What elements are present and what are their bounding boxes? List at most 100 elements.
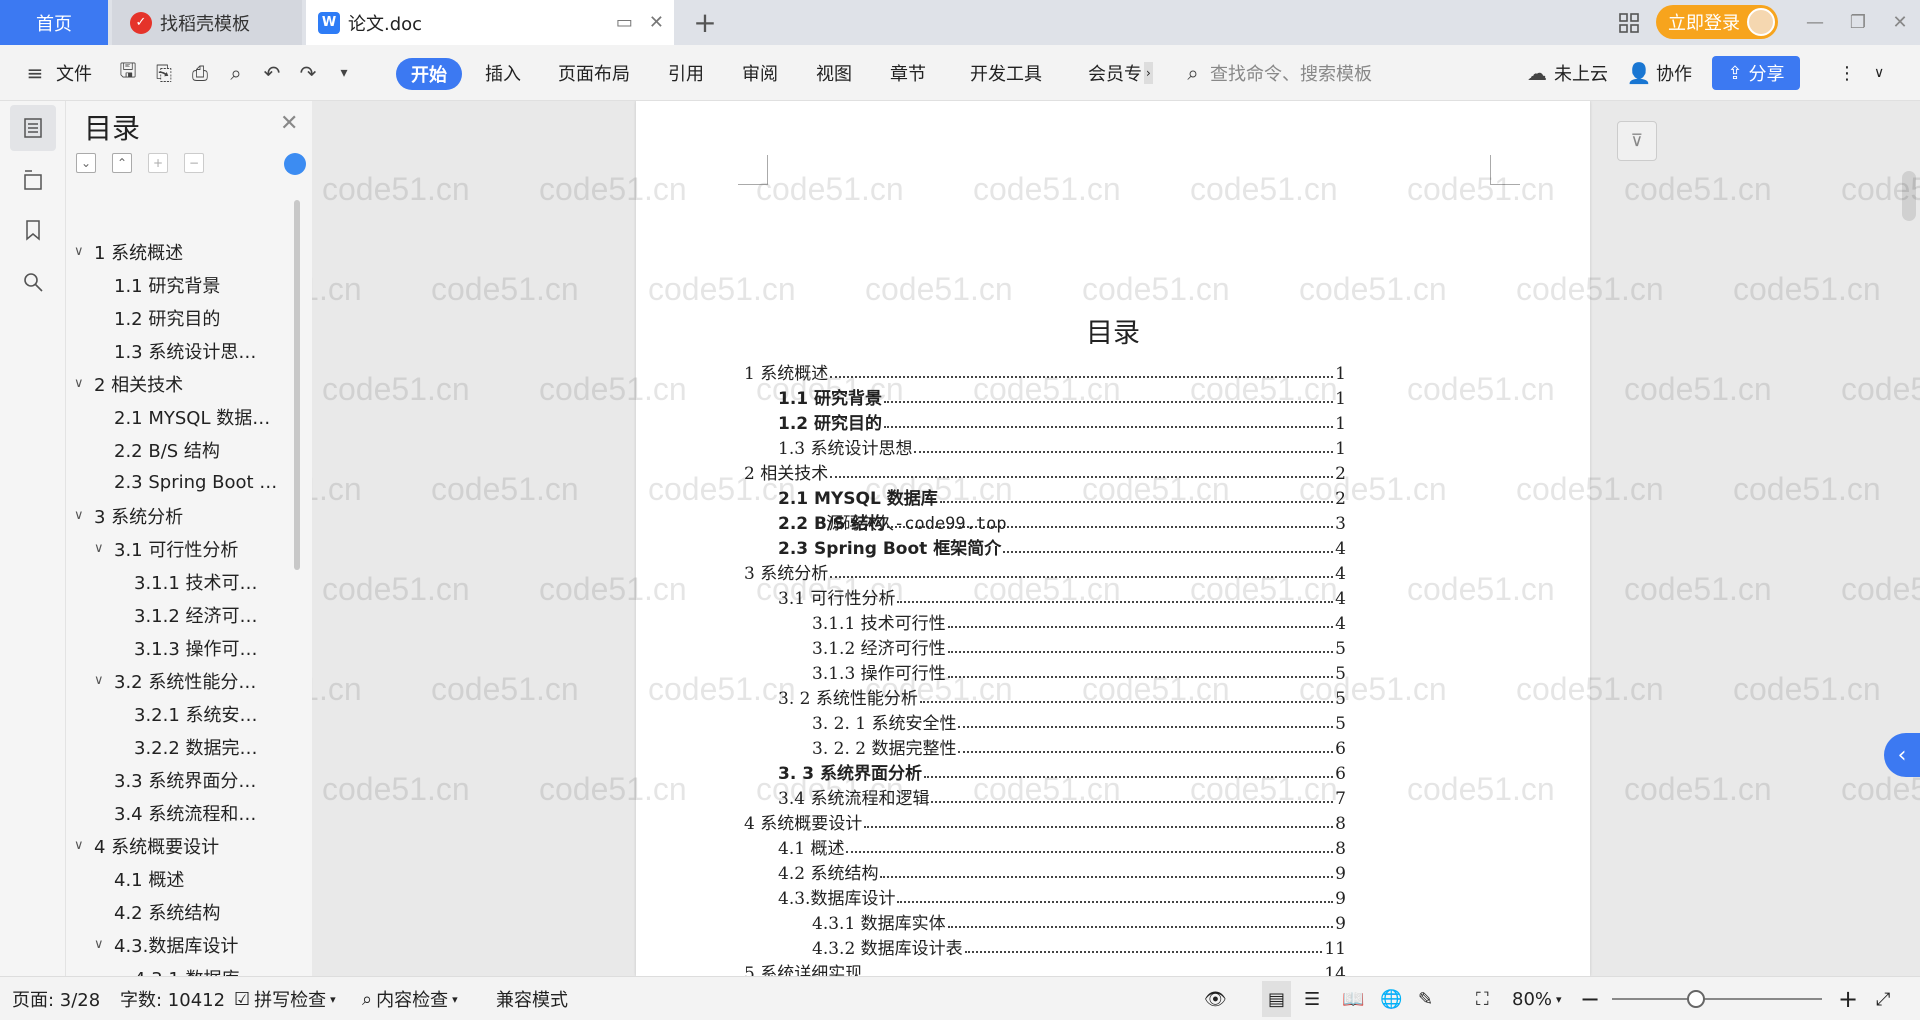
tab-insert[interactable]: 插入 xyxy=(485,45,521,101)
toc-item[interactable]: 1.1 研究背景 xyxy=(114,268,220,301)
tab-references[interactable]: 引用 xyxy=(668,45,704,101)
chevron-down-icon[interactable]: ∨ xyxy=(74,244,90,259)
collapse-panel-icon[interactable]: ⊽ xyxy=(1617,121,1657,161)
reading-view-icon[interactable]: 📖 xyxy=(1342,977,1364,1020)
toc-item[interactable]: ∨ 4 系统概要设计 xyxy=(74,829,219,862)
document-toc-entry[interactable]: 5 系统详细实现 14 xyxy=(744,959,1346,976)
toc-item[interactable]: ∨ 2 相关技术 xyxy=(74,367,183,400)
close-window-icon[interactable]: ✕ xyxy=(1880,0,1920,45)
chevron-down-icon[interactable]: ∨ xyxy=(74,376,90,391)
toc-item[interactable]: 1.2 研究目的 xyxy=(114,301,220,334)
document-page[interactable]: 目录 1 系统概述 1 1.1 研究背景 1 1.2 研究目的 1 1.3 系统设计思想 1 2… xyxy=(636,101,1590,976)
tab-view[interactable]: 视图 xyxy=(816,45,852,101)
document-toc-entry[interactable]: 1.2 研究目的 1 xyxy=(778,409,1346,434)
chevron-down-icon[interactable]: ∨ xyxy=(94,541,110,556)
toc-item[interactable]: 4.3.1 数据库… xyxy=(134,961,258,977)
toc-item[interactable]: ∨ 1 系统概述 xyxy=(74,235,183,268)
outline-view-icon[interactable]: ☰ xyxy=(1304,977,1320,1020)
toc-item[interactable]: 3.3 系统界面分… xyxy=(114,763,256,796)
document-toc-entry[interactable]: 4 系统概要设计 8 xyxy=(744,809,1346,834)
document-toc-entry[interactable]: 3.1.3 操作可行性 5 xyxy=(812,659,1346,684)
undo-icon[interactable]: ↶ xyxy=(259,60,285,86)
save-icon[interactable]: 🖫 xyxy=(115,58,141,86)
tab-member[interactable]: 会员专 › xyxy=(1088,45,1153,101)
chevron-down-icon[interactable]: ∨ xyxy=(74,508,90,523)
document-toc-entry[interactable]: 3. 3 系统界面分析 6 xyxy=(778,759,1346,784)
document-toc-entry[interactable]: 4.2 系统结构 9 xyxy=(778,859,1346,884)
tab-daoke-templates[interactable]: ✓ 找稻壳模板 xyxy=(112,0,302,45)
write-mode-icon[interactable]: ✎ xyxy=(1418,977,1433,1020)
fullscreen-icon[interactable]: ⤢ xyxy=(1876,977,1890,1020)
toc-item[interactable]: ∨ 4.3.数据库设计 xyxy=(94,928,238,961)
find-icon[interactable] xyxy=(10,259,56,305)
toc-item[interactable]: 1.3 系统设计思… xyxy=(114,334,256,367)
print-preview-icon[interactable]: ⌕ xyxy=(223,60,249,86)
monitor-icon[interactable]: ▭ xyxy=(616,12,633,33)
toc-item[interactable]: 4.1 概述 xyxy=(114,862,184,895)
zoom-select[interactable]: 80% ▾ xyxy=(1512,977,1562,1020)
file-menu[interactable]: ≡ 文件 xyxy=(22,45,92,101)
tab-page-layout[interactable]: 页面布局 xyxy=(558,45,630,101)
command-search[interactable]: ⌕ 查找命令、搜索模板 xyxy=(1180,45,1372,101)
document-toc-entry[interactable]: 2.1 MYSQL 数据库 2 xyxy=(778,484,1346,509)
toc-item[interactable]: 3.2.2 数据完… xyxy=(134,730,258,763)
tab-document[interactable]: W 论文.doc ▭ ✕ xyxy=(306,0,674,45)
chevron-down-icon[interactable]: ∨ xyxy=(94,937,110,952)
scroll-right-icon[interactable]: › xyxy=(1144,62,1153,84)
tab-home[interactable]: 首页 xyxy=(0,0,108,45)
toc-item[interactable]: 3.2.1 系统安… xyxy=(134,697,258,730)
toc-item[interactable]: ∨ 3 系统分析 xyxy=(74,499,183,532)
bookmark-icon[interactable] xyxy=(10,207,56,253)
login-button[interactable]: 立即登录 xyxy=(1656,5,1778,39)
toc-item[interactable]: ∨ 3.1 可行性分析 xyxy=(94,532,238,565)
vertical-scrollbar[interactable] xyxy=(1902,171,1916,221)
new-tab-button[interactable]: + xyxy=(690,0,720,45)
eye-protection-icon[interactable]: 👁 xyxy=(1204,977,1227,1020)
print-icon[interactable]: ⎙ xyxy=(187,60,213,86)
tab-developer[interactable]: 开发工具 xyxy=(970,45,1042,101)
page-indicator[interactable]: 页面: 3/28 xyxy=(12,977,100,1020)
collab-button[interactable]: 👤 协作 xyxy=(1626,45,1692,101)
customize-chevron-icon[interactable]: ▾ xyxy=(331,60,357,86)
document-toc-entry[interactable]: 3.1 可行性分析 4 xyxy=(778,584,1346,609)
toc-item[interactable]: 4.2 系统结构 xyxy=(114,895,220,928)
toc-item[interactable]: 3.1.1 技术可… xyxy=(134,565,258,598)
document-toc-entry[interactable]: 3.1.1 技术可行性 4 xyxy=(812,609,1346,634)
document-toc-entry[interactable]: 4.3.数据库设计 9 xyxy=(778,884,1346,909)
toc-view-icon[interactable] xyxy=(10,105,56,151)
close-tab-icon[interactable]: ✕ xyxy=(649,12,664,33)
apps-grid-icon[interactable] xyxy=(1614,0,1644,45)
redo-icon[interactable]: ↷ xyxy=(295,60,321,86)
cloud-status[interactable]: ☁ 未上云 xyxy=(1524,45,1608,101)
collapse-ribbon-icon[interactable]: ∨ xyxy=(1874,45,1884,101)
toc-item[interactable]: 3.4 系统流程和… xyxy=(114,796,256,829)
document-toc-entry[interactable]: 2 相关技术 2 xyxy=(744,459,1346,484)
toc-scrollbar[interactable] xyxy=(294,200,300,570)
zoom-out-icon[interactable]: − xyxy=(1580,977,1600,1020)
share-button[interactable]: ⇪ 分享 xyxy=(1712,56,1800,90)
web-view-icon[interactable]: 🌐 xyxy=(1380,977,1402,1020)
zoom-slider[interactable] xyxy=(1612,998,1822,1000)
document-toc-entry[interactable]: 1.3 系统设计思想 1 xyxy=(778,434,1346,459)
document-toc-entry[interactable]: 3.1.2 经济可行性 5 xyxy=(812,634,1346,659)
document-toc-entry[interactable]: 2.3 Spring Boot 框架简介 4 xyxy=(778,534,1346,559)
document-toc-entry[interactable]: 3. 2 系统性能分析 5 xyxy=(778,684,1346,709)
expand-all-icon[interactable]: ⌄ xyxy=(76,153,96,173)
document-toc-entry[interactable]: 4.3.2 数据库设计表 11 xyxy=(812,934,1346,959)
document-toc-entry[interactable]: 4.1 概述 8 xyxy=(778,834,1346,859)
page-view-icon[interactable]: ▤ xyxy=(1262,981,1292,1017)
document-toc-entry[interactable]: 3 系统分析 4 xyxy=(744,559,1346,584)
toc-item[interactable]: ∨ 3.2 系统性能分… xyxy=(94,664,256,697)
toc-item[interactable]: 2.2 B/S 结构 xyxy=(114,433,220,466)
tab-start[interactable]: 开始 xyxy=(396,58,462,90)
toc-item[interactable]: 3.1.2 经济可… xyxy=(134,598,258,631)
document-toc-entry[interactable]: 3. 2. 1 系统安全性 5 xyxy=(812,709,1346,734)
add-heading-icon[interactable]: + xyxy=(148,153,168,173)
chevron-down-icon[interactable]: ∨ xyxy=(94,673,110,688)
tab-chapter[interactable]: 章节 xyxy=(890,45,926,101)
content-check-button[interactable]: ⌕ 内容检查 ▾ xyxy=(362,977,458,1020)
minimize-icon[interactable]: — xyxy=(1795,0,1835,45)
document-toc-entry[interactable]: 3.4 系统流程和逻辑 7 xyxy=(778,784,1346,809)
toc-item[interactable]: 3.1.3 操作可… xyxy=(134,631,258,664)
toc-item[interactable]: 2.1 MYSQL 数据… xyxy=(114,400,270,433)
